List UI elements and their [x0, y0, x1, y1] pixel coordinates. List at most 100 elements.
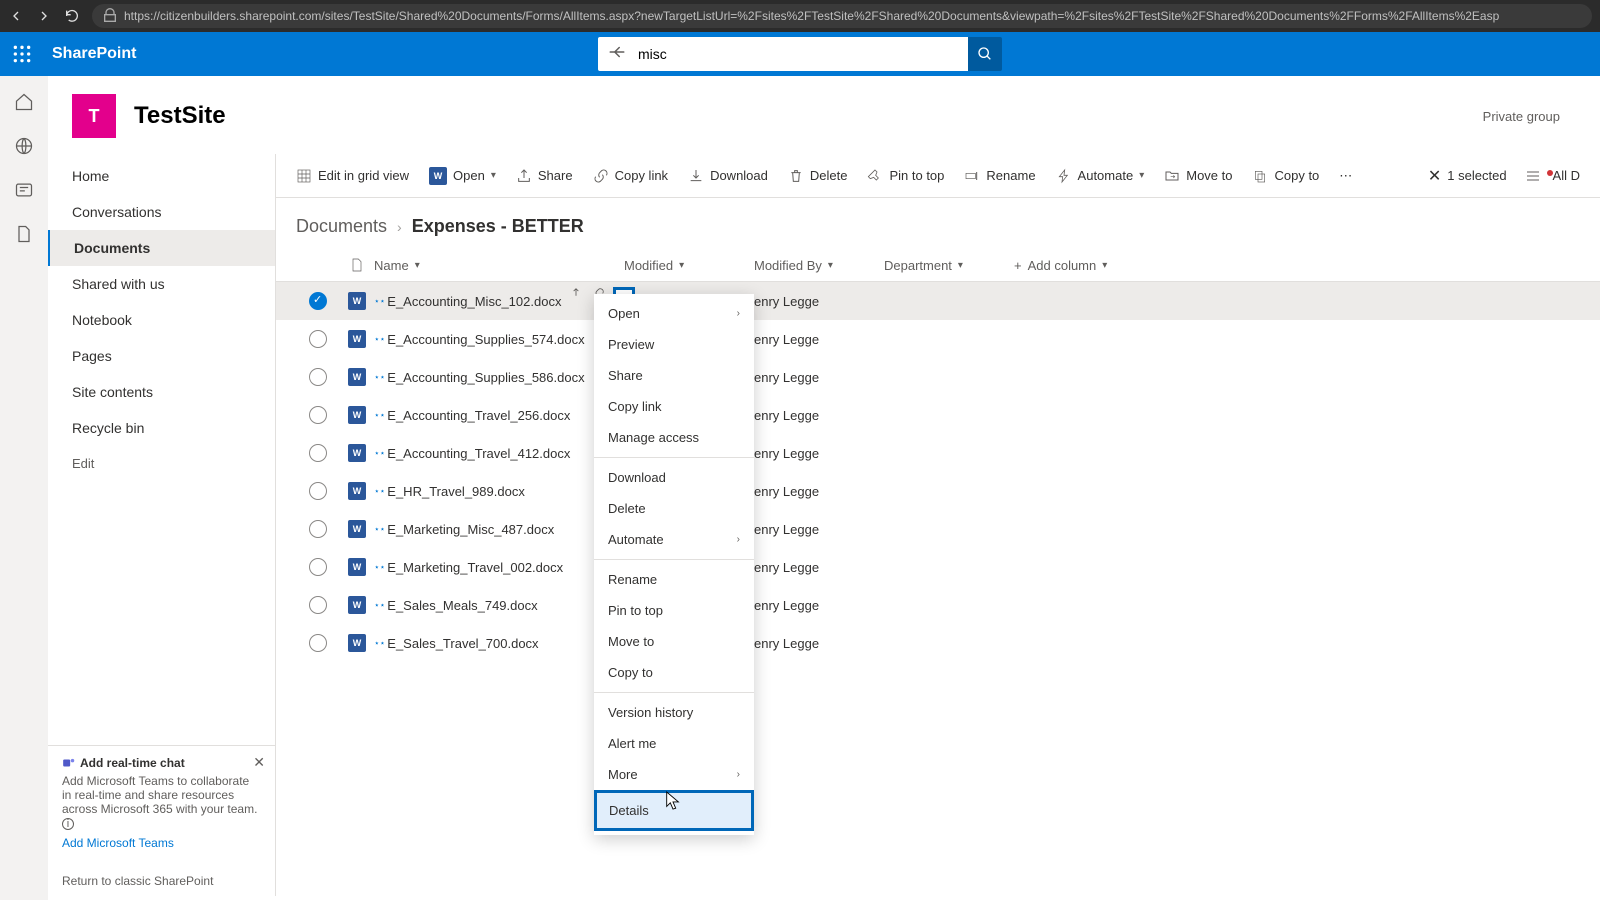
share-icon[interactable] — [569, 287, 583, 315]
cmd-pin[interactable]: Pin to top — [867, 168, 944, 184]
promo-close-icon[interactable]: ✕ — [253, 754, 265, 771]
menu-item-copy-to[interactable]: Copy to — [594, 657, 754, 688]
info-icon[interactable]: i — [62, 818, 74, 830]
link-icon[interactable] — [555, 483, 569, 500]
column-modified[interactable]: Modified▾ — [624, 258, 754, 273]
filetype-column-icon[interactable] — [340, 257, 374, 273]
browser-back[interactable] — [8, 8, 24, 24]
file-name[interactable]: E_Sales_Meals_749.docx — [387, 598, 537, 613]
file-name[interactable]: E_Accounting_Travel_412.docx — [387, 446, 570, 461]
menu-item-open[interactable]: Open› — [594, 298, 754, 329]
link-icon[interactable] — [568, 597, 582, 614]
file-name[interactable]: E_Marketing_Misc_487.docx — [387, 522, 554, 537]
menu-item-more[interactable]: More› — [594, 759, 754, 790]
menu-item-rename[interactable]: Rename — [594, 564, 754, 595]
share-icon[interactable] — [578, 445, 592, 462]
browser-forward[interactable] — [36, 8, 52, 24]
file-row[interactable]: W ⋆⋆ E_Accounting_Travel_256.docx enry L… — [276, 396, 1600, 434]
site-logo[interactable]: T — [72, 94, 116, 138]
row-selector[interactable] — [309, 634, 327, 652]
menu-item-move-to[interactable]: Move to — [594, 626, 754, 657]
cmd-move[interactable]: Move to — [1164, 168, 1232, 184]
nav-item-documents[interactable]: Documents — [48, 230, 275, 266]
file-name[interactable]: E_HR_Travel_989.docx — [387, 484, 525, 499]
row-selector[interactable] — [309, 482, 327, 500]
file-row[interactable]: W ⋆⋆ E_Accounting_Misc_102.docx ⋮ enry L… — [276, 282, 1600, 320]
column-name[interactable]: Name▾ — [374, 258, 624, 273]
column-department[interactable]: Department▾ — [884, 258, 1014, 273]
files-icon[interactable] — [14, 224, 34, 244]
share-icon[interactable] — [546, 597, 560, 614]
cmd-copy[interactable]: Copy to — [1252, 168, 1319, 184]
row-selector[interactable] — [309, 292, 327, 310]
file-name[interactable]: E_Accounting_Supplies_586.docx — [387, 370, 584, 385]
nav-edit-link[interactable]: Edit — [48, 446, 275, 481]
cmd-download[interactable]: Download — [688, 168, 768, 184]
share-icon[interactable] — [578, 407, 592, 424]
cmd-delete[interactable]: Delete — [788, 168, 848, 184]
site-title[interactable]: TestSite — [134, 102, 226, 130]
url-bar[interactable]: https://citizenbuilders.sharepoint.com/s… — [92, 4, 1592, 28]
menu-item-manage-access[interactable]: Manage access — [594, 422, 754, 453]
row-selector[interactable] — [309, 368, 327, 386]
globe-icon[interactable] — [14, 136, 34, 156]
nav-item-conversations[interactable]: Conversations — [48, 194, 275, 230]
nav-item-pages[interactable]: Pages — [48, 338, 275, 374]
menu-item-delete[interactable]: Delete — [594, 493, 754, 524]
cmd-open[interactable]: WOpen▾ — [429, 167, 496, 185]
nav-item-notebook[interactable]: Notebook — [48, 302, 275, 338]
link-icon[interactable] — [569, 635, 583, 652]
nav-item-home[interactable]: Home — [48, 158, 275, 194]
file-name[interactable]: E_Accounting_Travel_256.docx — [387, 408, 570, 423]
share-icon[interactable] — [547, 635, 561, 652]
file-row[interactable]: W ⋆⋆ E_HR_Travel_989.docx enry Legge — [276, 472, 1600, 510]
app-launcher-icon[interactable] — [12, 44, 32, 64]
news-icon[interactable] — [14, 180, 34, 200]
file-row[interactable]: W ⋆⋆ E_Accounting_Supplies_574.docx enry… — [276, 320, 1600, 358]
column-modified-by[interactable]: Modified By▾ — [754, 258, 884, 273]
menu-item-download[interactable]: Download — [594, 462, 754, 493]
nav-item-shared-with-us[interactable]: Shared with us — [48, 266, 275, 302]
cmd-edit-grid[interactable]: Edit in grid view — [296, 168, 409, 184]
menu-item-preview[interactable]: Preview — [594, 329, 754, 360]
menu-item-pin-to-top[interactable]: Pin to top — [594, 595, 754, 626]
row-selector[interactable] — [309, 406, 327, 424]
file-row[interactable]: W ⋆⋆ E_Marketing_Travel_002.docx enry Le… — [276, 548, 1600, 586]
file-row[interactable]: W ⋆⋆ E_Sales_Meals_749.docx enry Legge — [276, 586, 1600, 624]
menu-item-details[interactable]: Details — [594, 790, 754, 831]
search-box[interactable] — [598, 37, 968, 71]
row-selector[interactable] — [309, 520, 327, 538]
selection-count[interactable]: ✕1 selected — [1428, 166, 1507, 186]
file-row[interactable]: W ⋆⋆ E_Accounting_Travel_412.docx enry L… — [276, 434, 1600, 472]
cmd-share[interactable]: Share — [516, 168, 573, 184]
search-back-icon[interactable] — [608, 43, 626, 66]
share-icon[interactable] — [571, 559, 585, 576]
browser-reload[interactable] — [64, 8, 80, 24]
file-name[interactable]: E_Accounting_Misc_102.docx — [387, 294, 561, 309]
search-button[interactable] — [968, 37, 1002, 71]
promo-link[interactable]: Add Microsoft Teams — [62, 836, 261, 850]
nav-item-site-contents[interactable]: Site contents — [48, 374, 275, 410]
menu-item-alert-me[interactable]: Alert me — [594, 728, 754, 759]
share-icon[interactable] — [533, 483, 547, 500]
breadcrumb-root[interactable]: Documents — [296, 216, 387, 237]
classic-sharepoint-link[interactable]: Return to classic SharePoint — [62, 874, 213, 888]
menu-item-version-history[interactable]: Version history — [594, 697, 754, 728]
search-input[interactable] — [638, 46, 958, 62]
add-column[interactable]: +Add column▾ — [1014, 258, 1107, 273]
cmd-copy-link[interactable]: Copy link — [593, 168, 668, 184]
row-selector[interactable] — [309, 444, 327, 462]
menu-item-share[interactable]: Share — [594, 360, 754, 391]
file-row[interactable]: W ⋆⋆ E_Accounting_Supplies_586.docx enry… — [276, 358, 1600, 396]
share-icon[interactable] — [562, 521, 576, 538]
file-name[interactable]: E_Marketing_Travel_002.docx — [387, 560, 563, 575]
row-selector[interactable] — [309, 558, 327, 576]
file-row[interactable]: W ⋆⋆ E_Marketing_Misc_487.docx enry Legg… — [276, 510, 1600, 548]
file-name[interactable]: E_Sales_Travel_700.docx — [387, 636, 538, 651]
cmd-rename[interactable]: Rename — [964, 168, 1035, 184]
file-row[interactable]: W ⋆⋆ E_Sales_Travel_700.docx enry Legge — [276, 624, 1600, 662]
cmd-more[interactable]: ⋯ — [1339, 168, 1352, 184]
cmd-automate[interactable]: Automate▾ — [1056, 168, 1145, 184]
suite-app-name[interactable]: SharePoint — [52, 45, 136, 63]
view-selector[interactable]: All D — [1525, 168, 1580, 184]
